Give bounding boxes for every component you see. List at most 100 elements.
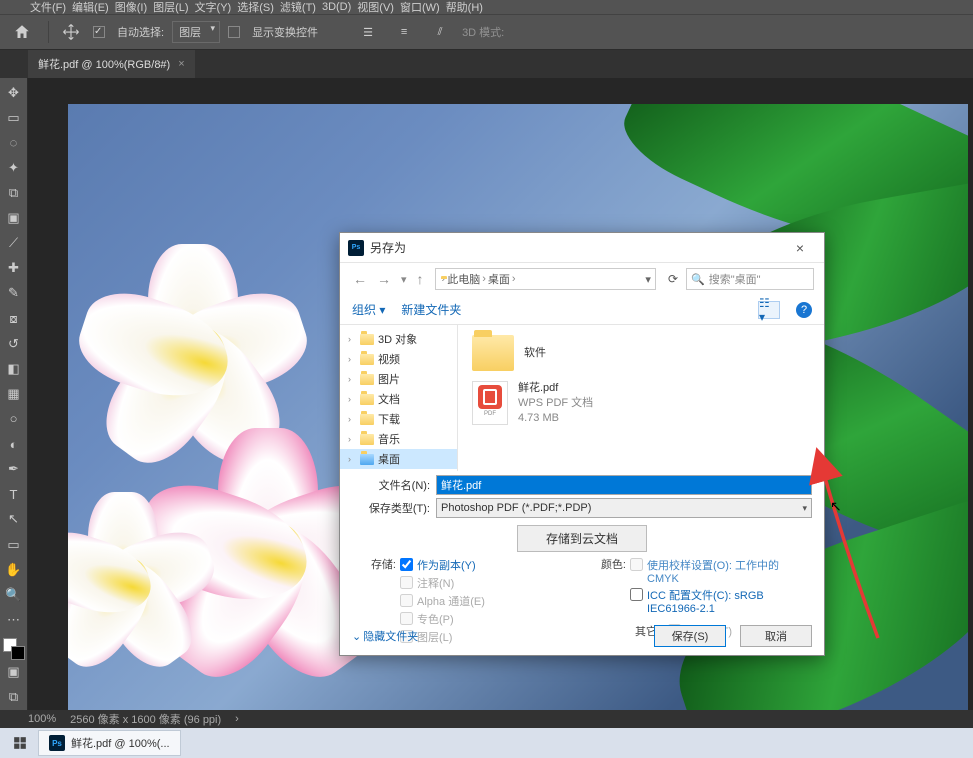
file-item-pdf[interactable]: PDF 鲜花.pdf WPS PDF 文档 4.73 MB	[472, 381, 810, 426]
screenmode-tool[interactable]: ⧉	[2, 686, 26, 709]
move-tool[interactable]: ✥	[2, 81, 26, 104]
tree-item-documents[interactable]: ›文档	[340, 389, 457, 409]
auto-select-label: 自动选择:	[117, 24, 164, 40]
menu-layer[interactable]: 图层(L)	[151, 0, 190, 15]
hand-tool[interactable]: ✋	[2, 558, 26, 581]
menu-window[interactable]: 窗口(W)	[398, 0, 442, 15]
cloud-save-button[interactable]: 存储到云文档	[517, 525, 647, 552]
taskbar-app-title: 鲜花.pdf @ 100%(...	[71, 735, 170, 751]
file-type: WPS PDF 文档	[518, 396, 593, 411]
brush-tool[interactable]: ✎	[2, 282, 26, 305]
dodge-tool[interactable]: ◐	[2, 433, 26, 456]
pen-tool[interactable]: ✒	[2, 458, 26, 481]
zoom-tool[interactable]: 🔍	[2, 583, 26, 606]
path-segment-root[interactable]: 此电脑	[447, 271, 480, 287]
lasso-tool[interactable]: ◌	[2, 131, 26, 154]
photoshop-icon: Ps	[348, 240, 364, 256]
eraser-tool[interactable]: ◧	[2, 357, 26, 380]
up-button[interactable]: ↑	[414, 271, 427, 287]
align-icon-3[interactable]: ⫽	[426, 22, 454, 42]
3d-mode-label: 3D 模式:	[462, 24, 504, 40]
menu-type[interactable]: 文字(Y)	[193, 0, 234, 15]
color-swatches[interactable]	[3, 638, 25, 659]
type-tool[interactable]: T	[2, 483, 26, 506]
new-folder-button[interactable]: 新建文件夹	[401, 301, 461, 318]
windows-taskbar: Ps 鲜花.pdf @ 100%(...	[0, 728, 973, 758]
tree-item-desktop[interactable]: ›桌面	[340, 449, 457, 469]
frame-tool[interactable]: ▣	[2, 207, 26, 230]
refresh-button[interactable]: ⟳	[664, 272, 682, 286]
document-tab-bar: 鲜花.pdf @ 100%(RGB/8#) ×	[0, 50, 973, 78]
status-bar: 100% 2560 像素 x 1600 像素 (96 ppi) ›	[0, 710, 973, 728]
view-mode-button[interactable]: ☷ ▾	[758, 301, 780, 319]
save-button[interactable]: 保存(S)	[654, 625, 726, 647]
menu-3d[interactable]: 3D(D)	[320, 1, 353, 13]
file-list[interactable]: 软件 PDF 鲜花.pdf WPS PDF 文档 4.73 MB	[458, 325, 824, 471]
dialog-titlebar[interactable]: Ps 另存为 ×	[340, 233, 824, 263]
recent-dropdown-icon[interactable]: ▾	[398, 273, 410, 286]
quickmask-tool[interactable]: ▣	[2, 661, 26, 684]
path-dropdown-icon[interactable]: ▾	[645, 273, 651, 286]
wand-tool[interactable]: ✦	[2, 156, 26, 179]
search-input[interactable]: 🔍 搜索"桌面"	[686, 268, 814, 290]
shape-tool[interactable]: ▭	[2, 533, 26, 556]
search-icon: 🔍	[691, 273, 705, 286]
folder-tree: ›3D 对象 ›视频 ›图片 ›文档 ›下载 ›音乐 ›桌面	[340, 325, 458, 471]
tree-item-music[interactable]: ›音乐	[340, 429, 457, 449]
file-name-input[interactable]: 鲜花.pdf	[436, 475, 812, 495]
show-transform-label: 显示变换控件	[252, 24, 318, 40]
gradient-tool[interactable]: ▦	[2, 382, 26, 405]
blur-tool[interactable]: ○	[2, 407, 26, 430]
menu-view[interactable]: 视图(V)	[355, 0, 396, 15]
menu-help[interactable]: 帮助(H)	[444, 0, 485, 15]
heal-tool[interactable]: ✚	[2, 257, 26, 280]
close-tab-icon[interactable]: ×	[178, 58, 184, 70]
tree-item-pictures[interactable]: ›图片	[340, 369, 457, 389]
tree-item-downloads[interactable]: ›下载	[340, 409, 457, 429]
eyedropper-tool[interactable]: ⟋	[2, 232, 26, 255]
folder-name: 软件	[524, 346, 546, 361]
organize-button[interactable]: 组织 ▾	[352, 301, 385, 318]
menu-file[interactable]: 文件(F)	[28, 0, 68, 15]
path-box[interactable]: › 此电脑 › 桌面 › ▾	[435, 268, 656, 290]
auto-select-checkbox[interactable]	[93, 26, 105, 38]
align-icon[interactable]: ☰	[354, 22, 382, 42]
history-brush-tool[interactable]: ↺	[2, 332, 26, 355]
icc-checkbox[interactable]	[630, 588, 643, 601]
status-chevron-icon[interactable]: ›	[235, 713, 239, 725]
file-name: 鲜花.pdf	[518, 381, 593, 396]
copy-checkbox[interactable]	[400, 558, 413, 571]
layer-dropdown[interactable]: 图层	[172, 21, 220, 43]
hide-folders-button[interactable]: ⌄ 隐藏文件夹	[352, 628, 418, 644]
menu-bar: 文件(F) 编辑(E) 图像(I) 图层(L) 文字(Y) 选择(S) 滤镜(T…	[0, 0, 973, 14]
home-button[interactable]	[4, 18, 40, 46]
forward-button[interactable]: →	[374, 271, 394, 287]
dialog-toolbar: 组织 ▾ 新建文件夹 ☷ ▾ ?	[340, 295, 824, 325]
show-transform-checkbox[interactable]	[228, 26, 240, 38]
path-segment-desktop[interactable]: 桌面	[488, 271, 510, 287]
close-button[interactable]: ×	[784, 237, 816, 259]
photoshop-icon: Ps	[49, 735, 65, 751]
more-tools[interactable]: ⋯	[2, 608, 26, 631]
save-type-dropdown[interactable]: Photoshop PDF (*.PDF;*.PDP)	[436, 498, 812, 518]
path-tool[interactable]: ↖	[2, 508, 26, 531]
document-tab[interactable]: 鲜花.pdf @ 100%(RGB/8#) ×	[28, 50, 195, 78]
menu-edit[interactable]: 编辑(E)	[70, 0, 111, 15]
menu-select[interactable]: 选择(S)	[235, 0, 276, 15]
help-button[interactable]: ?	[796, 302, 812, 318]
menu-filter[interactable]: 滤镜(T)	[278, 0, 318, 15]
toolbox: ✥ ▭ ◌ ✦ ⧉ ▣ ⟋ ✚ ✎ ⧇ ↺ ◧ ▦ ○ ◐ ✒ T ↖ ▭ ✋ …	[0, 78, 28, 710]
tree-item-3d[interactable]: ›3D 对象	[340, 329, 457, 349]
tree-item-video[interactable]: ›视频	[340, 349, 457, 369]
taskbar-app-photoshop[interactable]: Ps 鲜花.pdf @ 100%(...	[38, 730, 181, 756]
file-item-folder[interactable]: 软件	[472, 335, 810, 371]
cancel-button[interactable]: 取消	[740, 625, 812, 647]
align-icon-2[interactable]: ≡	[390, 22, 418, 42]
zoom-level[interactable]: 100%	[28, 713, 56, 725]
stamp-tool[interactable]: ⧇	[2, 307, 26, 330]
crop-tool[interactable]: ⧉	[2, 181, 26, 204]
start-button[interactable]	[4, 730, 36, 756]
marquee-tool[interactable]: ▭	[2, 106, 26, 129]
back-button[interactable]: ←	[350, 271, 370, 287]
menu-image[interactable]: 图像(I)	[113, 0, 149, 15]
